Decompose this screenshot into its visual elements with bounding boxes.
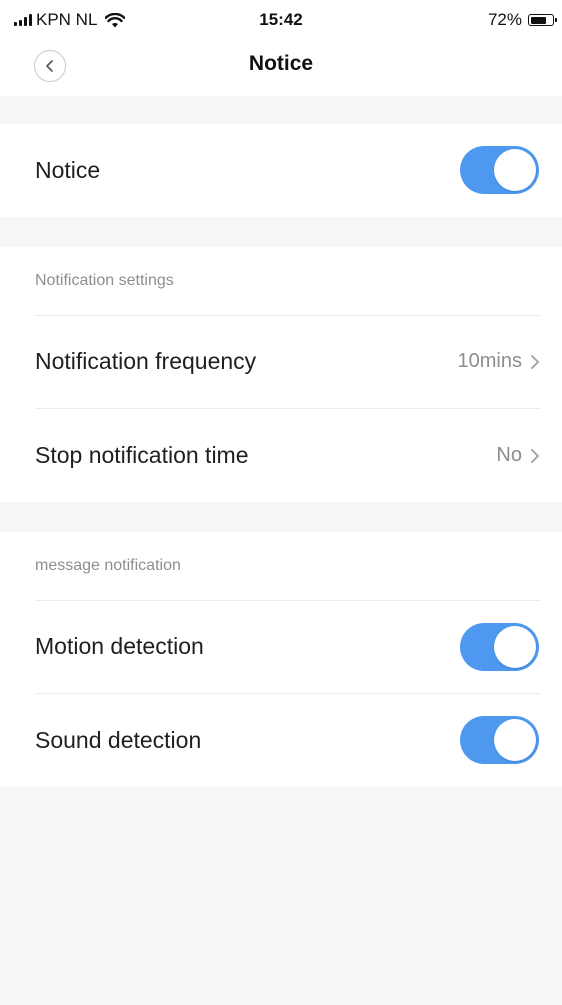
toggle-knob — [494, 719, 536, 761]
status-bar: KPN NL 15:42 72% — [0, 0, 562, 40]
notice-row: Notice — [0, 124, 562, 217]
notification-frequency-label: Notification frequency — [35, 348, 257, 374]
notification-frequency-value-text: 10mins — [457, 350, 522, 372]
stop-notification-time-value-text: No — [496, 444, 522, 466]
status-time: 15:42 — [259, 10, 303, 29]
stop-notification-time-row[interactable]: Stop notification time No — [0, 409, 562, 502]
notice-toggle[interactable] — [460, 146, 539, 194]
nav-bar: Notice — [0, 40, 562, 96]
toggle-knob — [494, 626, 536, 668]
battery-icon — [528, 14, 557, 26]
stop-notification-time-value[interactable]: No — [496, 444, 540, 467]
section-header-notification-settings: Notification settings — [35, 272, 174, 289]
motion-detection-toggle[interactable] — [460, 623, 539, 671]
stop-notification-time-label: Stop notification time — [35, 442, 249, 468]
sound-detection-row: Sound detection — [0, 694, 562, 787]
motion-detection-row: Motion detection — [0, 601, 562, 693]
status-right: 72% — [487, 10, 557, 30]
toggle-knob — [494, 149, 536, 191]
sound-detection-toggle[interactable] — [460, 716, 539, 764]
notification-frequency-value[interactable]: 10mins — [458, 350, 540, 373]
page-title: Notice — [248, 52, 314, 75]
sound-detection-label: Sound detection — [35, 727, 202, 753]
message-notification-group: message notification Motion detection So… — [0, 532, 562, 787]
notice-group: Notice — [0, 124, 562, 217]
motion-detection-label: Motion detection — [35, 633, 204, 659]
section-header-message-notification: message notification — [35, 557, 181, 574]
battery-fill — [530, 16, 546, 24]
notification-settings-group: Notification settings Notification frequ… — [0, 247, 562, 502]
battery-percent: 72% — [487, 10, 522, 29]
notice-label: Notice — [35, 157, 101, 183]
chevron-right-icon — [531, 354, 539, 369]
chevron-right-icon — [531, 448, 539, 463]
notification-frequency-row[interactable]: Notification frequency 10mins — [0, 316, 562, 408]
